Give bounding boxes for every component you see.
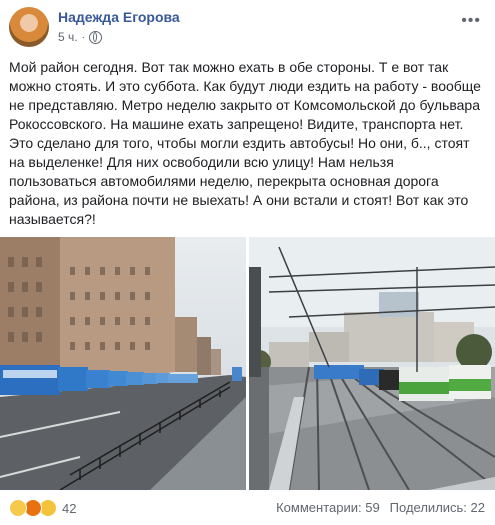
post-text-line: Это сделано для того, чтобы могли ездить…	[9, 135, 470, 151]
post-time[interactable]: 5 ч.	[58, 30, 78, 44]
post-text-line: на выделенке! Для них освободили всю ули…	[9, 154, 394, 170]
post-text: Мой район сегодня. Вот так можно ехать в…	[9, 58, 489, 229]
tram-photo-image	[249, 237, 495, 490]
post-footer: 42 Комментарии: 59 Поделились: 22	[0, 495, 495, 525]
photo-street-left[interactable]	[0, 237, 246, 490]
separator-dot: ·	[81, 31, 85, 43]
post-text-line: можно стоять. И это суббота. Как будут л…	[9, 78, 481, 94]
post-text-line: называется?!	[9, 211, 96, 227]
post-text-line: Мой район сегодня. Вот так можно ехать в…	[9, 59, 449, 75]
photo-grid	[0, 237, 495, 490]
post-text-line: не представляю. Метро неделю закрыто от …	[9, 97, 480, 113]
wow-icon	[9, 499, 27, 517]
shares-count[interactable]: Поделились: 22	[390, 500, 485, 515]
post-text-line: района, из района почти не выехать! А он…	[9, 192, 469, 208]
photo-street-right[interactable]	[249, 237, 495, 490]
author-name[interactable]: Надежда Егорова	[58, 9, 180, 25]
avatar[interactable]	[9, 7, 49, 47]
post-header: Надежда Егорова 5 ч. · •••	[0, 0, 495, 52]
comments-count[interactable]: Комментарии: 59	[276, 500, 380, 515]
reaction-count: 42	[62, 500, 77, 516]
post-text-line: Рокоссовского. На машине ехать запрещено…	[9, 116, 464, 132]
post-stats: Комментарии: 59 Поделились: 22	[276, 500, 485, 515]
globe-icon[interactable]	[88, 30, 102, 44]
post-meta: 5 ч. ·	[58, 30, 102, 44]
reactions-summary[interactable]: 42	[9, 499, 76, 517]
post-text-line: пользоваться автомобилями неделю, перекр…	[9, 173, 439, 189]
more-dots-icon[interactable]: •••	[461, 12, 481, 30]
street-photo-image	[0, 237, 246, 490]
